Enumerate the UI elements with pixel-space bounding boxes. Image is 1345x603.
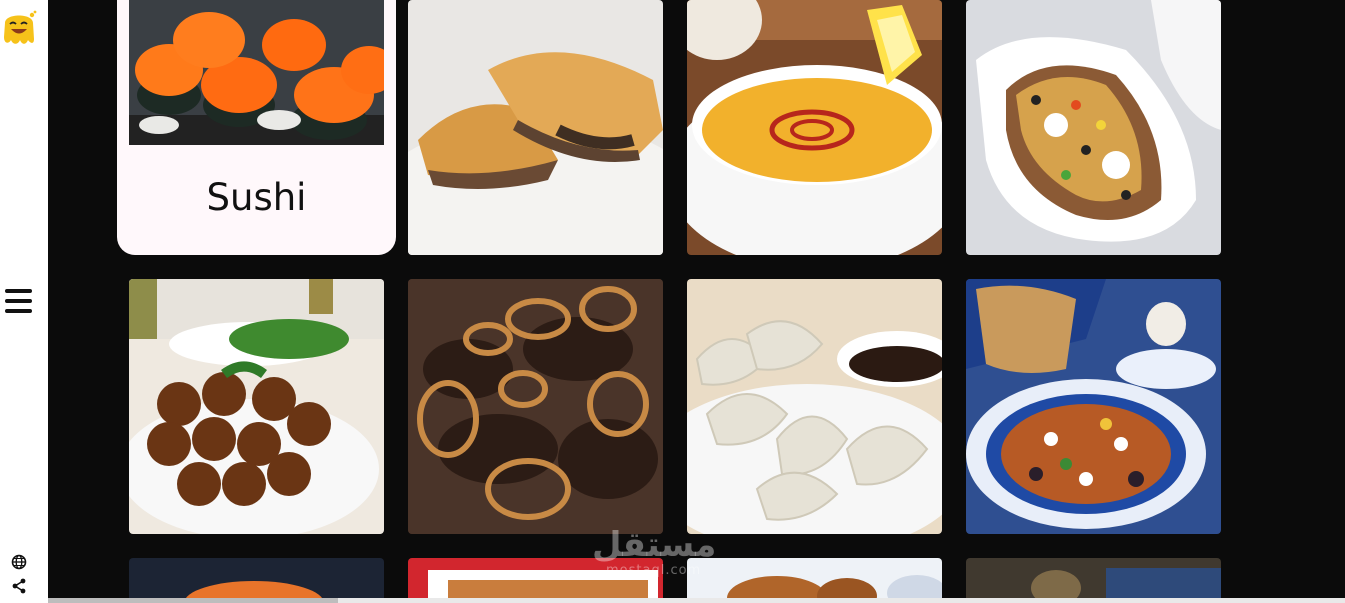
fried-dish-photo[interactable] — [687, 558, 942, 603]
globe-icon[interactable] — [11, 554, 27, 570]
dumplings-photo[interactable] — [687, 279, 942, 534]
horizontal-scrollbar[interactable] — [48, 598, 1345, 603]
orange-dish-photo[interactable] — [129, 558, 384, 603]
falafel-photo[interactable] — [129, 279, 384, 534]
sushi-photo — [129, 0, 384, 145]
hamburger-menu-icon[interactable] — [5, 289, 32, 313]
lasagna-photo[interactable] — [408, 558, 663, 603]
sidebar — [0, 0, 48, 603]
mechouia-salad-photo[interactable] — [966, 279, 1221, 534]
copper-tea-photo[interactable] — [966, 558, 1221, 603]
scrollbar-thumb[interactable] — [48, 598, 338, 603]
food-card-label: Sushi — [206, 176, 307, 219]
smiley-logo-icon[interactable] — [1, 9, 37, 49]
stuffed-potato-photo[interactable] — [966, 0, 1221, 255]
share-icon[interactable] — [11, 578, 27, 594]
lentil-soup-photo[interactable] — [687, 0, 942, 255]
liver-onions-photo[interactable] — [408, 279, 663, 534]
meat-pie-photo[interactable] — [408, 0, 663, 255]
food-card-sushi[interactable]: Sushi — [117, 0, 396, 255]
